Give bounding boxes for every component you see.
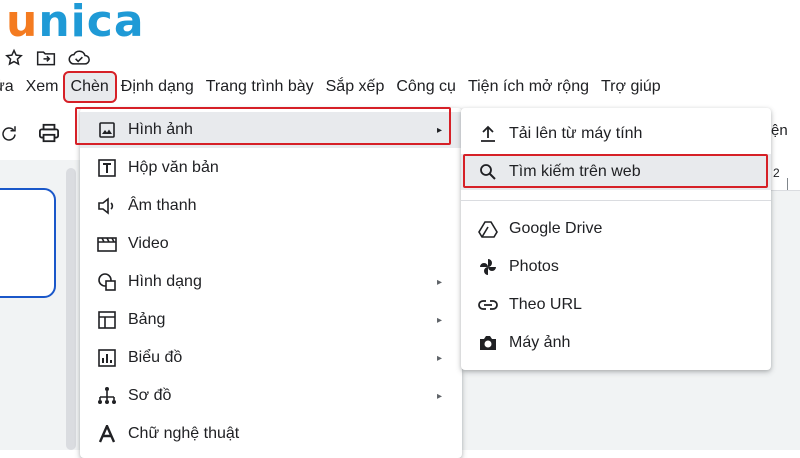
google-drive-icon <box>477 218 499 240</box>
link-icon <box>477 294 499 316</box>
submenu-item-camera[interactable]: Máy ảnh <box>461 325 771 361</box>
menu-item-word-art[interactable]: Chữ nghệ thuật <box>80 416 462 452</box>
menu-item-label: Chữ nghệ thuật <box>128 425 240 442</box>
submenu-item-upload[interactable]: Tải lên từ máy tính <box>461 116 771 152</box>
menu-arrange[interactable]: Sắp xếp <box>320 73 391 101</box>
highlight-search-web-item <box>463 154 768 188</box>
video-icon <box>96 233 118 255</box>
menu-item-audio[interactable]: Âm thanh <box>80 188 462 224</box>
scrollbar[interactable] <box>66 168 76 450</box>
menu-bar: ửa Xem Chèn Định dạng Trang trình bày Sắ… <box>0 71 800 103</box>
menu-item-label: Âm thanh <box>128 197 197 214</box>
menu-tools[interactable]: Công cụ <box>390 73 462 101</box>
redo-icon[interactable] <box>0 124 18 142</box>
menu-item-label: Sơ đồ <box>128 387 172 404</box>
menu-insert[interactable]: Chèn <box>62 71 117 103</box>
submenu-arrow-icon: ▸ <box>436 352 442 364</box>
slide-thumbnail[interactable] <box>0 188 56 298</box>
menu-item-label: Hộp văn bản <box>128 159 219 176</box>
word-art-icon <box>96 423 118 445</box>
camera-icon <box>477 332 499 354</box>
unica-logo: unica <box>6 0 145 48</box>
menu-item-label: Biểu đồ <box>128 349 183 366</box>
menu-slide[interactable]: Trang trình bày <box>200 73 320 101</box>
submenu-item-google-drive[interactable]: Google Drive <box>461 211 771 247</box>
submenu-arrow-icon: ▸ <box>436 276 442 288</box>
image-submenu: Tải lên từ máy tính Tìm kiếm trên web Go… <box>461 108 771 370</box>
toolbar-partial-text: ện <box>771 122 788 139</box>
ruler-number: 2 <box>773 166 780 180</box>
menu-item-diagram[interactable]: Sơ đồ ▸ <box>80 378 462 414</box>
menu-item-video[interactable]: Video <box>80 226 462 262</box>
submenu-item-label: Photos <box>509 258 559 275</box>
submenu-item-photos[interactable]: Photos <box>461 249 771 285</box>
title-icons <box>4 48 90 68</box>
menu-item-chart[interactable]: Biểu đồ ▸ <box>80 340 462 376</box>
text-box-icon <box>96 157 118 179</box>
menu-item-label: Bảng <box>128 311 166 328</box>
toolbar <box>0 118 60 148</box>
submenu-item-label: Google Drive <box>509 220 603 237</box>
table-icon <box>96 309 118 331</box>
chart-icon <box>96 347 118 369</box>
upload-icon <box>477 123 499 145</box>
shape-icon <box>96 271 118 293</box>
submenu-arrow-icon: ▸ <box>436 390 442 402</box>
submenu-item-by-url[interactable]: Theo URL <box>461 287 771 323</box>
submenu-arrow-icon: ▸ <box>436 314 442 326</box>
menu-help[interactable]: Trợ giúp <box>595 73 667 101</box>
highlight-image-item <box>75 107 451 145</box>
cloud-saved-icon[interactable] <box>68 49 90 67</box>
star-icon[interactable] <box>4 48 24 68</box>
menu-format[interactable]: Định dạng <box>115 73 200 101</box>
menu-edit[interactable]: ửa <box>0 73 20 101</box>
submenu-separator <box>461 200 771 201</box>
submenu-item-label: Theo URL <box>509 296 582 313</box>
submenu-item-label: Tải lên từ máy tính <box>509 125 643 142</box>
ruler: 2 <box>771 160 800 191</box>
logo-letters: nica <box>38 0 145 47</box>
move-to-folder-icon[interactable] <box>36 49 56 67</box>
menu-item-shape[interactable]: Hình dạng ▸ <box>80 264 462 300</box>
audio-icon <box>96 195 118 217</box>
menu-item-label: Hình dạng <box>128 273 202 290</box>
menu-view[interactable]: Xem <box>20 73 65 101</box>
menu-item-label: Video <box>128 235 169 252</box>
insert-menu: Hình ảnh ▸ Hộp văn bản Âm thanh Video Hì… <box>80 108 462 458</box>
menu-item-text-box[interactable]: Hộp văn bản <box>80 150 462 186</box>
submenu-item-label: Máy ảnh <box>509 334 571 351</box>
diagram-icon <box>96 385 118 407</box>
menu-item-table[interactable]: Bảng ▸ <box>80 302 462 338</box>
menu-extensions[interactable]: Tiện ích mở rộng <box>462 73 595 101</box>
print-icon[interactable] <box>38 123 60 143</box>
logo-letter-u: u <box>6 0 39 47</box>
photos-icon <box>477 256 499 278</box>
